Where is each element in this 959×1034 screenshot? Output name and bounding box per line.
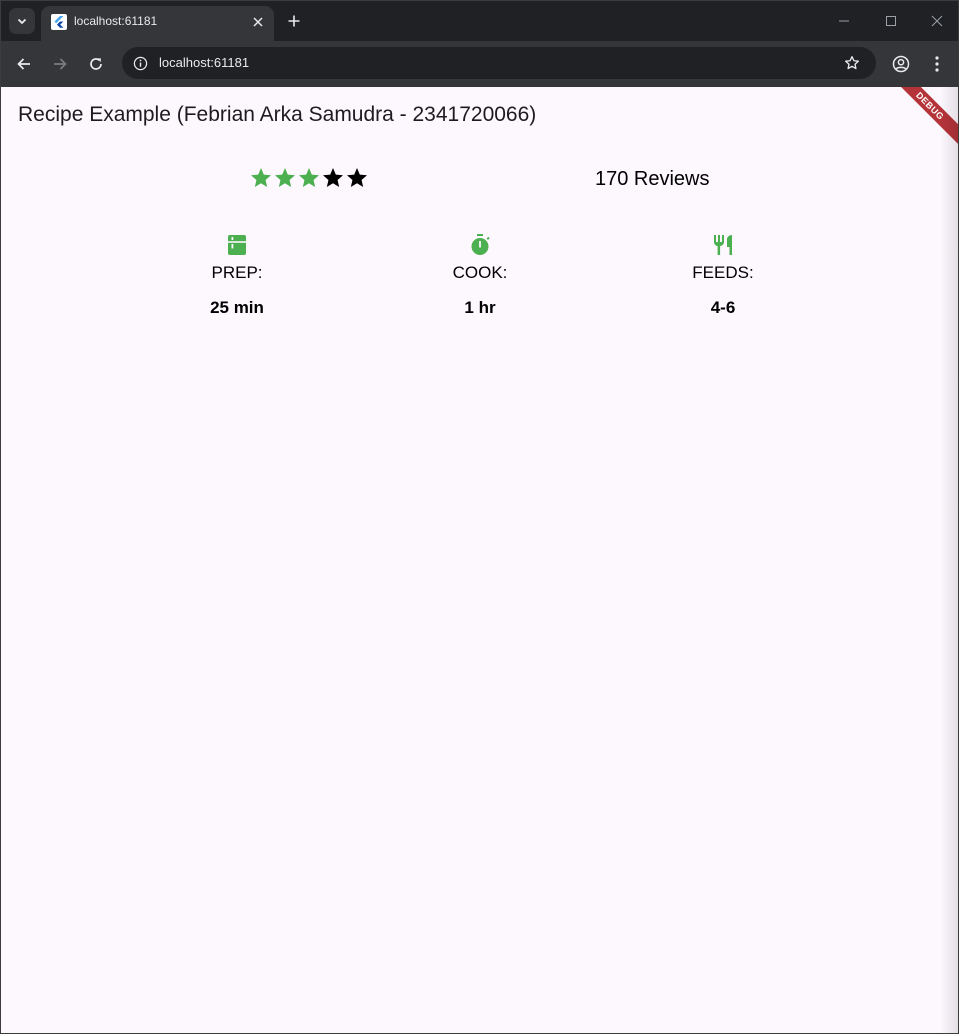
cook-info: COOK: 1 hr [400, 233, 560, 318]
prep-label: PREP: [211, 263, 263, 282]
reviews-count: 170 Reviews [595, 168, 710, 190]
url-text: localhost:61181 [159, 55, 250, 70]
star-filled-icon [251, 168, 271, 187]
maximize-button[interactable] [877, 7, 905, 35]
minimize-button[interactable] [830, 7, 858, 35]
app-bar-title: Recipe Example (Febrian Arka Samudra - 2… [18, 103, 537, 126]
flutter-favicon-icon [51, 14, 67, 30]
star-filled-icon [299, 168, 319, 187]
minimize-icon [839, 20, 849, 22]
more-vert-icon [935, 56, 939, 72]
window-close-button[interactable] [923, 7, 951, 35]
arrow-left-icon [17, 58, 30, 70]
info-icon [133, 56, 147, 70]
tab-close-button[interactable] [248, 12, 268, 32]
feeds-label: FEEDS: [692, 263, 754, 282]
arrow-right-icon [54, 58, 67, 70]
feeds-value: 4-6 [710, 298, 736, 317]
back-button[interactable] [9, 49, 39, 79]
chevron-down-icon [17, 18, 27, 25]
star-filled-icon [275, 168, 295, 187]
cook-value: 1 hr [464, 298, 496, 317]
page-edge-shadow [940, 87, 958, 1033]
kitchen-icon [228, 235, 246, 255]
site-info-button[interactable] [128, 51, 152, 75]
timer-icon [471, 234, 490, 255]
reload-button[interactable] [81, 49, 111, 79]
forward-button[interactable] [45, 49, 75, 79]
tab-strip: localhost:61181 [1, 1, 958, 41]
reload-icon [90, 58, 102, 70]
star-rating [249, 166, 369, 190]
close-icon [253, 17, 263, 27]
tab-title: localhost:61181 [74, 14, 158, 28]
bookmark-button[interactable] [840, 51, 864, 75]
close-icon [931, 15, 943, 27]
star-icon [347, 168, 367, 187]
star-icon [323, 168, 343, 187]
feeds-info: FEEDS: 4-6 [643, 233, 803, 318]
profile-button[interactable] [886, 49, 916, 79]
restaurant-icon [714, 235, 732, 255]
tab-search-button[interactable] [9, 8, 35, 34]
rating-row: 170 Reviews [1, 166, 958, 192]
cook-label: COOK: [452, 263, 508, 282]
prep-info: PREP: 25 min [157, 233, 317, 318]
maximize-icon [886, 16, 896, 26]
star-outline-icon [845, 56, 859, 70]
address-bar[interactable]: localhost:61181 [122, 47, 876, 79]
new-tab-button[interactable] [282, 9, 306, 33]
page-content: DEBUG Recipe Example (Febrian Arka Samud… [1, 87, 958, 1033]
browser-toolbar: localhost:61181 [1, 41, 958, 87]
account-icon [892, 55, 910, 73]
prep-value: 25 min [210, 298, 264, 317]
browser-menu-button[interactable] [922, 49, 952, 79]
plus-icon [288, 15, 300, 27]
browser-tab[interactable]: localhost:61181 [41, 6, 274, 41]
browser-window: localhost:61181 localhost:61181 DEBUG Re… [0, 0, 959, 1034]
